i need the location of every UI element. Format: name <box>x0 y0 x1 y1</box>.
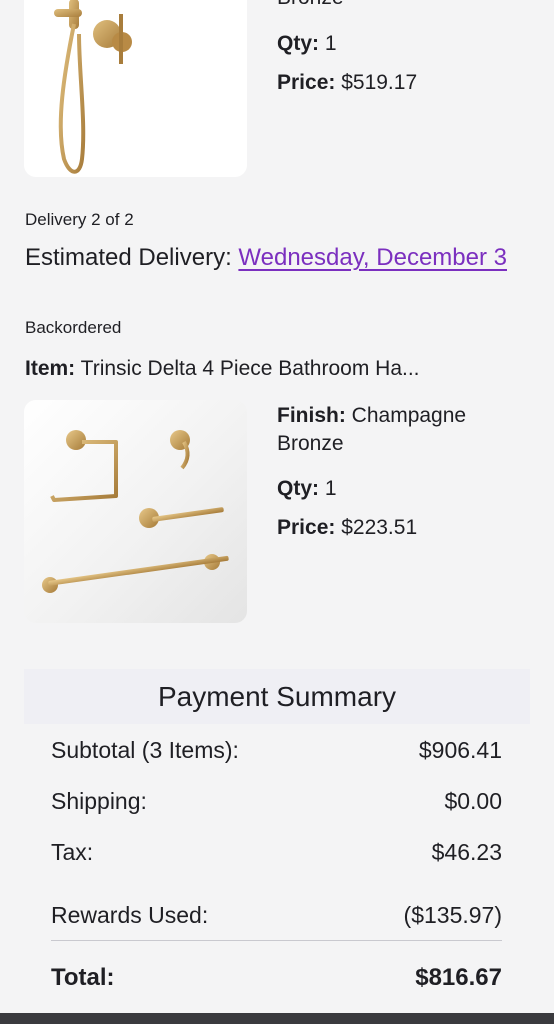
item1-finish-value: Bronze <box>277 0 344 9</box>
shipping-label: Shipping: <box>51 788 147 814</box>
item2-name[interactable]: Item: Trinsic Delta 4 Piece Bathroom Ha.… <box>25 357 420 381</box>
subtotal-row: Subtotal (3 Items): $906.41 <box>51 737 502 764</box>
estimated-delivery: Estimated Delivery: Wednesday, December … <box>25 238 525 277</box>
item1-price: Price: $519.17 <box>277 69 417 97</box>
item1-qty-label: Qty: <box>277 32 319 55</box>
item1-price-value: $519.17 <box>341 71 418 94</box>
subtotal-label: Subtotal (3 Items): <box>51 737 239 763</box>
total-row: Total: $816.67 <box>51 964 502 992</box>
item2-qty: Qty: 1 <box>277 475 337 503</box>
subtotal-value: $906.41 <box>418 737 502 763</box>
item2-finish: Finish: Champagne Bronze <box>277 402 517 458</box>
rewards-label: Rewards Used: <box>51 902 209 928</box>
item1-qty: Qty: 1 <box>277 30 337 58</box>
delivery-count: Delivery 2 of 2 <box>25 210 134 229</box>
order-details-page: Bronze Qty: 1 Price: $519.17 Delivery 2 … <box>0 0 554 1024</box>
shower-set-image[interactable] <box>24 0 247 177</box>
bathroom-hardware-image[interactable] <box>24 400 247 623</box>
shower-set-illustration <box>54 0 132 174</box>
item1-qty-value: 1 <box>324 32 337 55</box>
rewards-value: ($135.97) <box>403 902 502 928</box>
total-label: Total: <box>51 964 115 991</box>
estimated-delivery-label: Estimated Delivery: <box>25 244 232 271</box>
item2-name-label: Item: <box>25 357 76 380</box>
payment-summary-title: Payment Summary <box>24 669 530 724</box>
item1-finish: Bronze <box>277 0 344 12</box>
rewards-row: Rewards Used: ($135.97) <box>51 902 502 929</box>
bottom-bar <box>0 1013 554 1024</box>
delivery-date-link[interactable]: Wednesday, December 3 <box>238 244 507 271</box>
tax-value: $46.23 <box>431 839 502 865</box>
item2-finish-label: Finish: <box>277 404 346 427</box>
item2-price-label: Price: <box>277 516 336 539</box>
shipping-row: Shipping: $0.00 <box>51 788 502 815</box>
total-value: $816.67 <box>415 964 502 991</box>
bathroom-hardware-illustration <box>42 430 229 593</box>
item2-price: Price: $223.51 <box>277 514 417 542</box>
item2-qty-label: Qty: <box>277 477 319 500</box>
tax-row: Tax: $46.23 <box>51 839 502 866</box>
item2-name-value: Trinsic Delta 4 Piece Bathroom Ha... <box>80 357 420 380</box>
summary-divider <box>51 940 502 941</box>
shipping-value: $0.00 <box>444 788 502 814</box>
delivery-status: Backordered <box>25 318 122 337</box>
item1-price-label: Price: <box>277 71 336 94</box>
item2-qty-value: 1 <box>324 477 337 500</box>
tax-label: Tax: <box>51 839 94 865</box>
item2-price-value: $223.51 <box>341 516 418 539</box>
